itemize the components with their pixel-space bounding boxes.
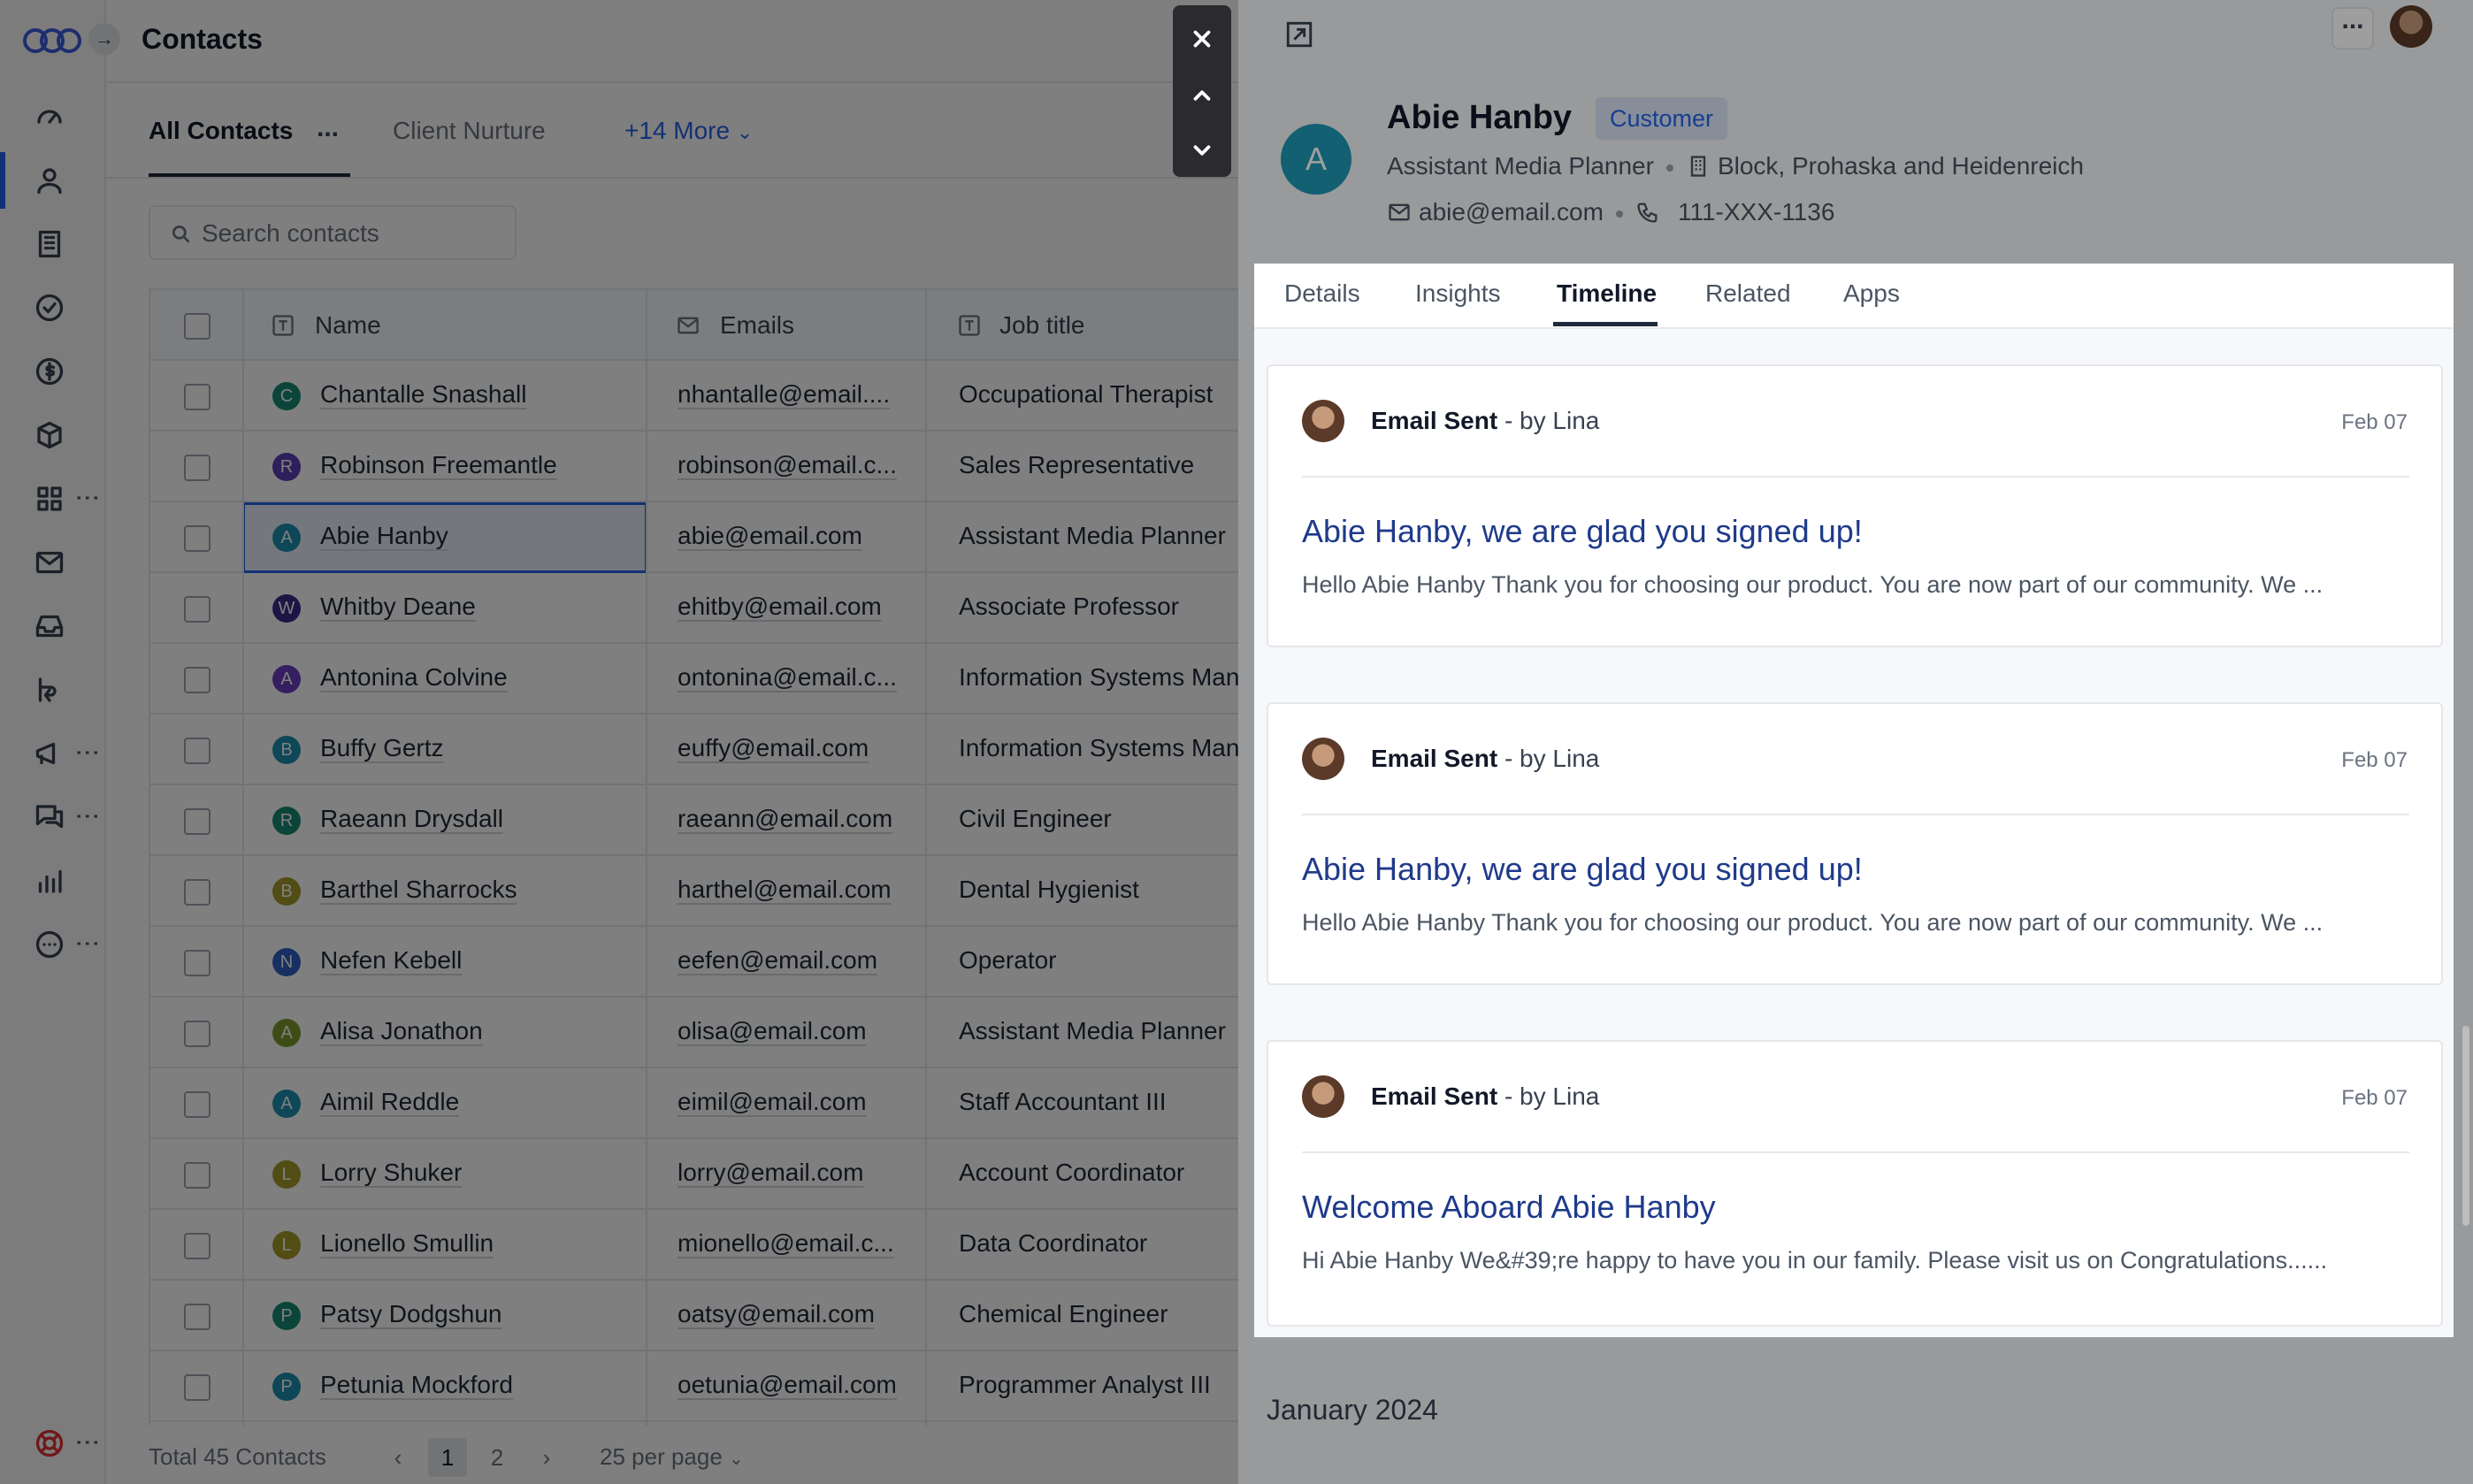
chevron-up-icon — [1193, 90, 1211, 101]
timeline-month-label: January 2024 — [1267, 1394, 1438, 1426]
separator-dot — [1615, 210, 1623, 218]
tab-timeline[interactable]: Timeline — [1557, 279, 1657, 308]
email-subject[interactable]: Abie Hanby, we are glad you signed up! — [1302, 513, 1863, 550]
timeline-event-title: Email Sent - by Lina — [1371, 745, 1599, 773]
sender-avatar — [1302, 400, 1344, 442]
drawer-scrollbar[interactable] — [2462, 1026, 2469, 1226]
close-drawer-button[interactable] — [1173, 12, 1231, 65]
lifecycle-badge[interactable]: Customer — [1596, 97, 1728, 140]
close-icon — [1193, 30, 1211, 48]
building-icon — [1690, 156, 1706, 177]
event-author: - by Lina — [1504, 1082, 1600, 1110]
contact-email[interactable]: abie@email.com — [1419, 198, 1604, 226]
contact-avatar: A — [1281, 124, 1351, 195]
timeline-event-title: Email Sent - by Lina — [1371, 407, 1599, 435]
event-date: Feb 07 — [2341, 410, 2408, 434]
event-type: Email Sent — [1371, 1082, 1498, 1110]
tab-details[interactable]: Details — [1284, 279, 1360, 308]
email-preview: Hello Abie Hanby Thank you for choosing … — [1302, 909, 2324, 936]
timeline-list: Email Sent - by Lina Feb 07 Abie Hanby, … — [1254, 329, 2454, 1337]
active-tab-underline — [1553, 322, 1658, 326]
card-divider — [1302, 814, 2409, 815]
email-preview: Hi Abie Hanby We&#39;re happy to have yo… — [1302, 1247, 2328, 1274]
timeline-event-title: Email Sent - by Lina — [1371, 1082, 1599, 1111]
card-divider — [1302, 476, 2409, 478]
next-record-button[interactable] — [1173, 124, 1231, 177]
previous-record-button[interactable] — [1173, 69, 1231, 122]
sender-avatar — [1302, 1075, 1344, 1118]
contact-name: Abie Hanby — [1387, 99, 1573, 136]
event-date: Feb 07 — [2341, 1086, 2408, 1110]
email-preview: Hello Abie Hanby Thank you for choosing … — [1302, 571, 2324, 598]
contact-subline: Assistant Media Planner Block, Prohaska a… — [1387, 152, 2084, 180]
timeline-card[interactable]: Email Sent - by Lina Feb 07 Abie Hanby, … — [1267, 364, 2443, 647]
mail-icon — [1389, 203, 1410, 221]
event-type: Email Sent — [1371, 745, 1498, 772]
timeline-card[interactable]: Email Sent - by Lina Feb 07 Welcome Aboa… — [1267, 1040, 2443, 1327]
sender-avatar — [1302, 738, 1344, 780]
modal-backdrop[interactable] — [0, 0, 1238, 1484]
email-subject[interactable]: Abie Hanby, we are glad you signed up! — [1302, 851, 1863, 888]
expand-icon[interactable] — [1284, 19, 1314, 50]
phone-icon — [1637, 203, 1658, 223]
user-avatar[interactable] — [2390, 5, 2432, 48]
contact-company[interactable]: Block, Prohaska and Heidenreich — [1718, 152, 2084, 180]
tab-apps[interactable]: Apps — [1843, 279, 1900, 308]
tab-related[interactable]: Related — [1705, 279, 1791, 308]
email-subject[interactable]: Welcome Aboard Abie Hanby — [1302, 1189, 1716, 1226]
card-divider — [1302, 1151, 2409, 1153]
drawer-controls — [1173, 5, 1231, 177]
event-author: - by Lina — [1504, 407, 1600, 434]
timeline-card[interactable]: Email Sent - by Lina Feb 07 Abie Hanby, … — [1267, 702, 2443, 985]
contact-phone[interactable]: 111-XXX-1136 — [1678, 198, 1834, 226]
contact-job-title: Assistant Media Planner — [1387, 152, 1654, 180]
drawer-more-button[interactable]: ... — [2331, 7, 2374, 50]
drawer-tabs: Details Insights Timeline Related Apps — [1254, 264, 2454, 329]
event-type: Email Sent — [1371, 407, 1498, 434]
separator-dot — [1665, 164, 1673, 172]
tab-insights[interactable]: Insights — [1415, 279, 1501, 308]
chevron-down-icon — [1193, 145, 1211, 156]
event-date: Feb 07 — [2341, 748, 2408, 772]
contact-channels: abie@email.com 111-XXX-1136 — [1387, 198, 1834, 226]
event-author: - by Lina — [1504, 745, 1600, 772]
